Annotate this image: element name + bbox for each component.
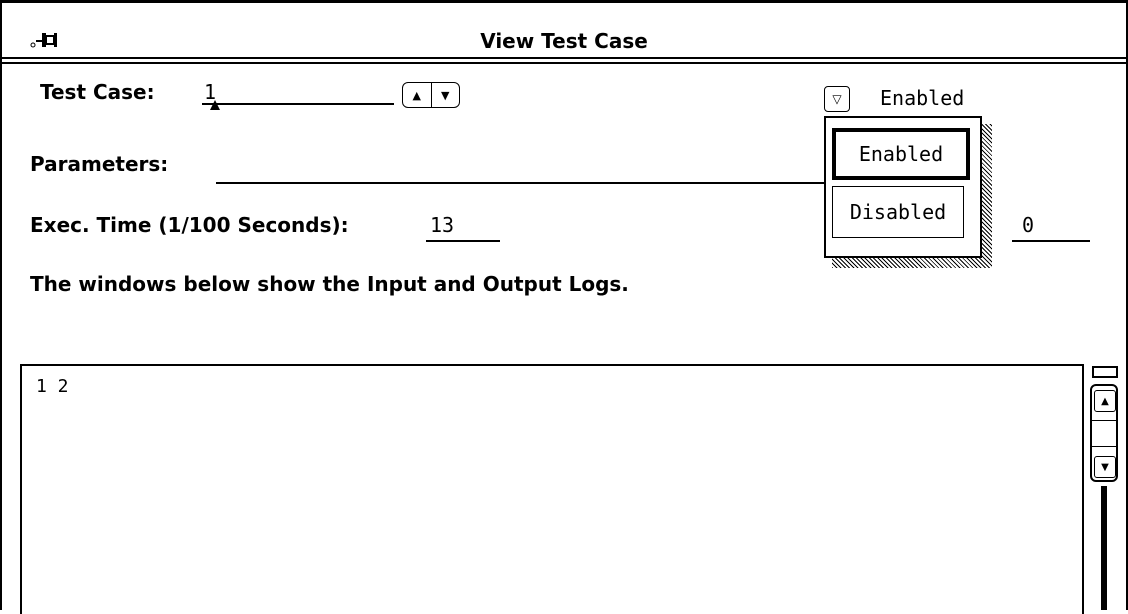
- increment-arrow-icon[interactable]: ▲: [403, 83, 432, 107]
- menu-triangle-icon: ▽: [832, 92, 842, 106]
- window-title: View Test Case: [480, 29, 648, 53]
- status-popup-menu: Enabled Disabled: [824, 116, 982, 258]
- status-current-value: Enabled: [880, 86, 965, 110]
- test-case-stepper[interactable]: ▲ ▼: [402, 82, 460, 108]
- exec-time-field: [426, 240, 500, 242]
- test-case-underline: [202, 103, 394, 105]
- input-log-content: 1 2: [36, 376, 69, 397]
- right-field-value[interactable]: 0: [1022, 213, 1034, 237]
- view-test-case-window: View Test Case Test Case: 1 ▲ ▼ ▽ Enable…: [0, 0, 1128, 614]
- menu-option-disabled[interactable]: Disabled: [832, 186, 964, 238]
- text-caret-icon: [210, 100, 220, 110]
- scrollbar-elevator[interactable]: ▲ ▼: [1090, 384, 1118, 482]
- scrollbar-cable[interactable]: [1101, 486, 1107, 610]
- title-divider: [2, 62, 1126, 64]
- decrement-arrow-icon[interactable]: ▼: [432, 83, 460, 107]
- parameters-label: Parameters:: [30, 152, 169, 176]
- test-case-label: Test Case:: [40, 80, 155, 104]
- status-menu-button[interactable]: ▽: [824, 86, 850, 112]
- info-text: The windows below show the Input and Out…: [30, 272, 629, 296]
- scroll-up-arrow-icon[interactable]: ▲: [1094, 390, 1116, 412]
- exec-time-label: Exec. Time (1/100 Seconds):: [30, 213, 349, 237]
- parameters-field[interactable]: [216, 182, 824, 184]
- scrollbar-divider: [1092, 446, 1116, 447]
- scroll-down-arrow-icon[interactable]: ▼: [1094, 456, 1116, 478]
- input-log-pane[interactable]: 1 2: [20, 364, 1084, 614]
- exec-time-value[interactable]: 13: [430, 213, 454, 237]
- right-field-underline: [1012, 240, 1090, 242]
- title-divider: [2, 57, 1126, 59]
- scrollbar-top-cable-anchor[interactable]: [1092, 366, 1118, 378]
- scrollbar-divider: [1092, 420, 1116, 421]
- menu-option-enabled[interactable]: Enabled: [832, 128, 970, 180]
- title-bar: View Test Case: [2, 0, 1126, 56]
